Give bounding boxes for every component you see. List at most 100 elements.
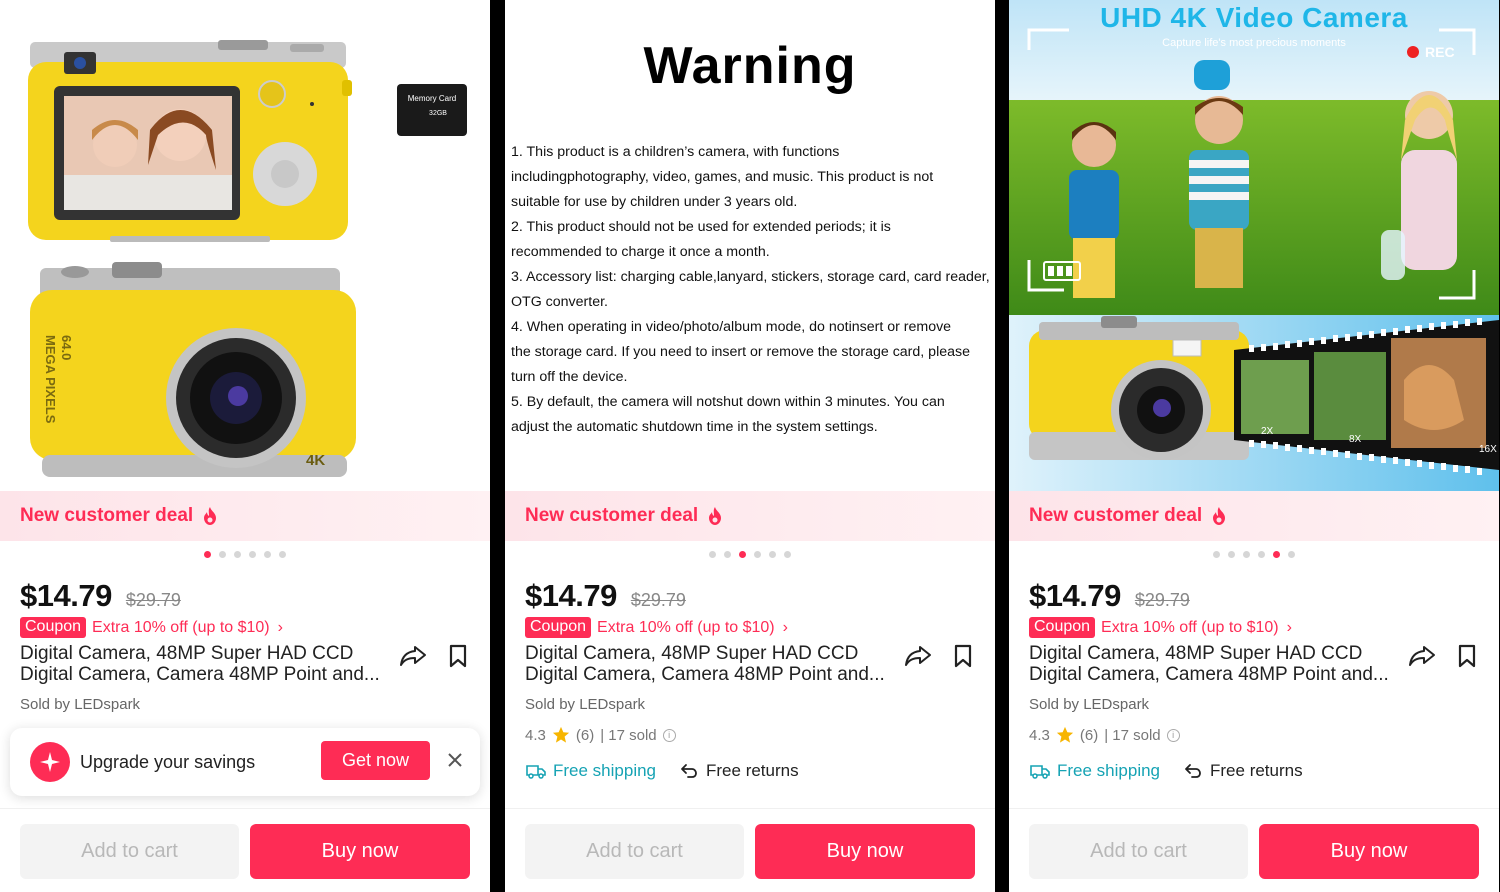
rec-label: REC <box>1425 44 1455 60</box>
carousel-dot[interactable] <box>1258 551 1265 558</box>
seller-name[interactable]: Sold by LEDspark <box>525 696 645 713</box>
coupon-row[interactable]: Coupon Extra 10% off (up to $10) › <box>525 617 788 638</box>
zoom-label-2x: 2X <box>1261 426 1274 437</box>
warning-line: 2. This product should not be used for e… <box>511 219 891 235</box>
bottom-action-bar: Add to cart Buy now <box>505 808 995 892</box>
chevron-right-icon: › <box>782 618 788 636</box>
fire-icon <box>709 507 722 525</box>
deal-label: New customer deal <box>1029 505 1203 526</box>
carousel-dot[interactable] <box>1288 551 1295 558</box>
carousel-dot[interactable] <box>1273 551 1280 558</box>
new-customer-deal-banner: New customer deal <box>1009 491 1499 541</box>
carousel-dot[interactable] <box>219 551 226 558</box>
carousel-dot[interactable] <box>724 551 731 558</box>
carousel-dots[interactable] <box>1009 551 1499 558</box>
carousel-dot[interactable] <box>234 551 241 558</box>
add-to-cart-button[interactable]: Add to cart <box>1029 824 1248 879</box>
carousel-dot[interactable] <box>1213 551 1220 558</box>
sale-price: $14.79 <box>1029 578 1121 613</box>
carousel-dot[interactable] <box>264 551 271 558</box>
rating-value: 4.3 <box>525 726 546 744</box>
info-icon[interactable]: i <box>662 728 676 742</box>
carousel-dot[interactable] <box>784 551 791 558</box>
product-title-line1: Digital Camera, 48MP Super HAD CCD <box>525 643 859 664</box>
return-icon <box>1185 764 1201 778</box>
warning-line: 4. When operating in video/photo/album m… <box>511 319 952 335</box>
product-title: Digital Camera, 48MP Super HAD CCD Digit… <box>525 643 900 685</box>
original-price: $29.79 <box>1134 590 1190 610</box>
upgrade-savings-popup: Upgrade your savings Get now <box>10 728 480 796</box>
kids-photo-illustration: 2X 8X 16X <box>1009 0 1499 491</box>
coupon-text: Extra 10% off (up to $10) <box>92 618 270 636</box>
new-customer-deal-banner: New customer deal <box>0 491 490 541</box>
sale-price: $14.79 <box>525 578 617 613</box>
add-to-cart-button[interactable]: Add to cart <box>20 824 239 879</box>
share-icon[interactable] <box>1408 644 1436 668</box>
warning-text: 1. This product is a children’s camera, … <box>511 140 995 440</box>
product-panel-2: Warning 1. This product is a children’s … <box>505 0 995 892</box>
product-image-warning[interactable]: Warning 1. This product is a children’s … <box>505 0 995 491</box>
bottom-action-bar: Add to cart Buy now <box>0 808 490 892</box>
free-shipping-label: Free shipping <box>553 761 657 780</box>
buy-now-button[interactable]: Buy now <box>1259 824 1479 879</box>
buy-now-button[interactable]: Buy now <box>755 824 975 879</box>
deal-label: New customer deal <box>20 505 194 526</box>
get-now-button[interactable]: Get now <box>321 741 430 780</box>
zoom-label-8x: 8X <box>1349 434 1362 445</box>
product-title-line1: Digital Camera, 48MP Super HAD CCD <box>20 643 354 664</box>
rating-row[interactable]: 4.3 (6) | 17 sold i <box>1029 726 1180 744</box>
carousel-dot[interactable] <box>249 551 256 558</box>
coupon-row[interactable]: Coupon Extra 10% off (up to $10) › <box>20 617 283 638</box>
carousel-dots[interactable] <box>0 551 490 558</box>
bookmark-icon[interactable] <box>953 644 973 668</box>
carousel-dot[interactable] <box>754 551 761 558</box>
memory-card-size: 32GB <box>429 110 447 117</box>
rating-row[interactable]: 4.3 (6) | 17 sold i <box>525 726 676 744</box>
sold-count: | 17 sold <box>1104 726 1161 744</box>
seller-name[interactable]: Sold by LEDspark <box>1029 696 1149 713</box>
warning-line: suitable for use by children under 3 yea… <box>511 194 798 210</box>
shipping-row[interactable]: Free shipping Free returns <box>525 761 799 781</box>
bookmark-icon[interactable] <box>448 644 468 668</box>
product-title: Digital Camera, 48MP Super HAD CCD Digit… <box>20 643 395 685</box>
coupon-row[interactable]: Coupon Extra 10% off (up to $10) › <box>1029 617 1292 638</box>
carousel-dots[interactable] <box>505 551 995 558</box>
shipping-row[interactable]: Free shipping Free returns <box>1029 761 1303 781</box>
info-icon[interactable]: i <box>1166 728 1180 742</box>
sold-count: | 17 sold <box>600 726 657 744</box>
coupon-text: Extra 10% off (up to $10) <box>1101 618 1279 636</box>
carousel-dot[interactable] <box>769 551 776 558</box>
share-icon[interactable] <box>904 644 932 668</box>
close-icon[interactable] <box>446 751 464 769</box>
carousel-dot[interactable] <box>1228 551 1235 558</box>
product-panel-3: 2X 8X 16X UHD 4K Video Camera Capture li… <box>1009 0 1499 892</box>
add-to-cart-button[interactable]: Add to cart <box>525 824 744 879</box>
carousel-dot[interactable] <box>1243 551 1250 558</box>
camera-4k-text: 4K <box>306 452 325 469</box>
review-count: (6) <box>1079 726 1099 744</box>
bookmark-icon[interactable] <box>1457 644 1477 668</box>
review-count: (6) <box>575 726 595 744</box>
camera-mega-text: MEGA PIXELS <box>43 335 58 424</box>
warning-line: the storage card. If you need to insert … <box>511 344 970 360</box>
original-price: $29.79 <box>125 590 181 610</box>
share-icon[interactable] <box>399 644 427 668</box>
warning-line: OTG converter. <box>511 294 608 310</box>
buy-now-button[interactable]: Buy now <box>250 824 470 879</box>
carousel-dot[interactable] <box>709 551 716 558</box>
product-title-line2: Digital Camera, Camera 48MP Point and... <box>20 664 380 685</box>
warning-line: recommended to charge it once a month. <box>511 244 770 260</box>
product-title-line2: Digital Camera, Camera 48MP Point and... <box>1029 664 1389 685</box>
free-shipping-label: Free shipping <box>1057 761 1161 780</box>
seller-name[interactable]: Sold by LEDspark <box>20 696 140 713</box>
coupon-badge: Coupon <box>525 617 592 638</box>
carousel-dot[interactable] <box>204 551 211 558</box>
memory-card-label: Memory Card <box>408 94 456 103</box>
coupon-badge: Coupon <box>1029 617 1096 638</box>
carousel-dot[interactable] <box>279 551 286 558</box>
product-image-camera[interactable]: Memory Card 32GB 64.0 MEGA PIXELS 4K <box>0 0 490 491</box>
fire-icon <box>204 507 217 525</box>
product-image-4k-banner[interactable]: 2X 8X 16X UHD 4K Video Camera Capture li… <box>1009 0 1499 491</box>
chevron-right-icon: › <box>277 618 283 636</box>
carousel-dot[interactable] <box>739 551 746 558</box>
